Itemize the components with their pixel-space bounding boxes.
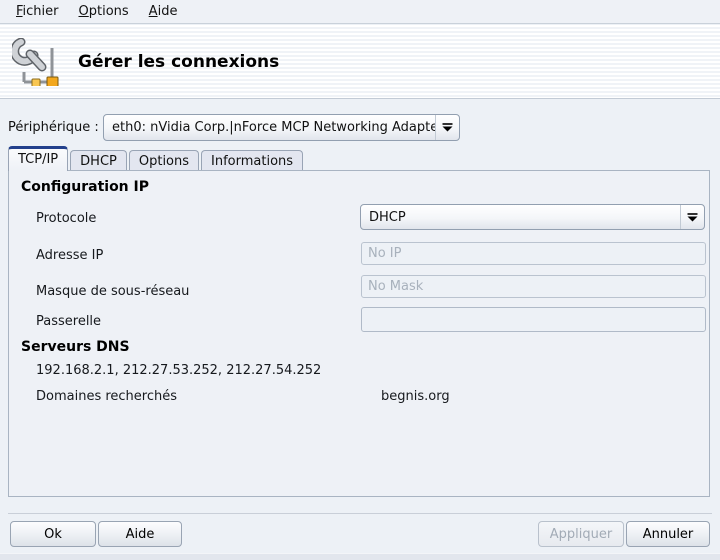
gateway-input[interactable] bbox=[361, 307, 706, 332]
menu-bar: Fichier Options Aide bbox=[0, 0, 720, 24]
search-domain-label: Domaines recherchés bbox=[36, 389, 177, 404]
tab-informations-label: Informations bbox=[211, 154, 293, 169]
page-title: Gérer les connexions bbox=[78, 52, 279, 72]
apply-button[interactable]: Appliquer bbox=[538, 521, 624, 547]
protocol-combobox-value: DHCP bbox=[361, 210, 680, 225]
protocol-combobox[interactable]: DHCP bbox=[360, 204, 705, 230]
menu-options-mnemonic: O bbox=[79, 4, 89, 19]
ip-address-label: Adresse IP bbox=[36, 248, 103, 263]
menu-aide-rest: ide bbox=[158, 4, 178, 19]
cancel-button[interactable]: Annuler bbox=[626, 521, 710, 547]
tab-bar: TCP/IP DHCP Options Informations bbox=[8, 146, 305, 171]
tab-options[interactable]: Options bbox=[129, 150, 199, 171]
tab-dhcp-label: DHCP bbox=[80, 154, 117, 169]
dns-servers-value: 192.168.2.1, 212.27.53.252, 212.27.54.25… bbox=[36, 363, 321, 378]
tab-tcpip-label: TCP/IP bbox=[18, 152, 58, 167]
device-combobox[interactable]: eth0: nVidia Corp.|nForce MCP Networking… bbox=[103, 114, 460, 141]
network-wrench-icon bbox=[12, 38, 60, 86]
window-bottom-edge bbox=[0, 553, 720, 560]
help-button[interactable]: Aide bbox=[98, 521, 182, 547]
ip-configuration-heading: Configuration IP bbox=[21, 179, 149, 195]
tab-options-label: Options bbox=[139, 154, 189, 169]
protocol-label: Protocole bbox=[36, 211, 96, 226]
menu-aide-mnemonic: A bbox=[149, 4, 158, 19]
device-label: Périphérique : bbox=[8, 120, 99, 135]
tab-dhcp[interactable]: DHCP bbox=[70, 150, 127, 171]
bottom-separator bbox=[8, 513, 712, 514]
dns-servers-heading: Serveurs DNS bbox=[21, 339, 130, 355]
menu-options-rest: ptions bbox=[89, 4, 129, 19]
search-domain-value: begnis.org bbox=[381, 389, 450, 404]
gateway-label: Passerelle bbox=[36, 314, 101, 329]
manage-connections-window: Fichier Options Aide Gérer les connexion… bbox=[0, 0, 720, 560]
tab-tcpip[interactable]: TCP/IP bbox=[8, 146, 68, 171]
chevron-down-icon bbox=[435, 115, 459, 140]
netmask-input[interactable] bbox=[361, 275, 706, 298]
menu-options[interactable]: Options bbox=[71, 2, 137, 21]
ok-button[interactable]: Ok bbox=[10, 521, 96, 547]
device-combobox-value: eth0: nVidia Corp.|nForce MCP Networking… bbox=[104, 120, 435, 135]
netmask-label: Masque de sous-réseau bbox=[36, 284, 189, 299]
chevron-down-icon bbox=[680, 205, 704, 229]
ip-address-input[interactable] bbox=[361, 242, 706, 265]
tab-informations[interactable]: Informations bbox=[201, 150, 303, 171]
menu-fichier[interactable]: Fichier bbox=[8, 2, 67, 21]
menu-aide[interactable]: Aide bbox=[141, 2, 186, 21]
title-banner: Gérer les connexions bbox=[0, 25, 720, 99]
menu-fichier-rest: ichier bbox=[23, 4, 59, 19]
